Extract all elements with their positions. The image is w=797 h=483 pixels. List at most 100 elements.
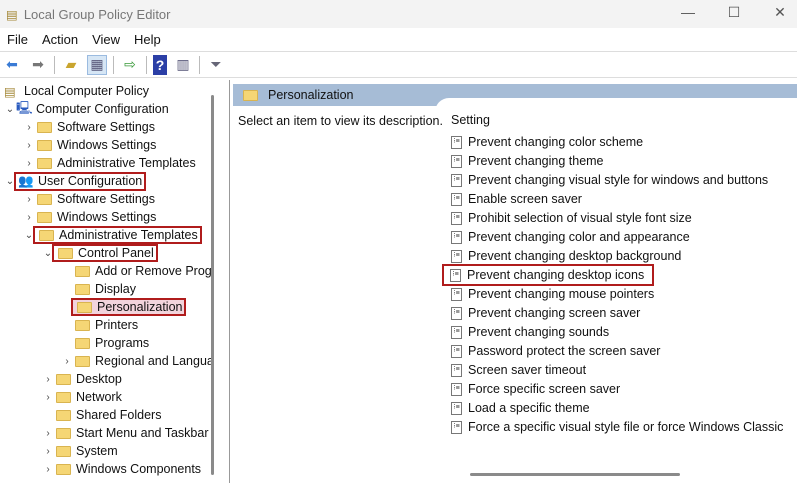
tree-item-label: Local Computer Policy: [24, 84, 150, 98]
chevron-right-icon[interactable]: ›: [23, 122, 35, 133]
menu-file[interactable]: File: [0, 32, 35, 47]
folder-icon: [75, 337, 90, 349]
tree-item[interactable]: ⌄ Control Panel: [42, 244, 158, 262]
setting-row[interactable]: ⁝≡ Enable screen saver: [451, 190, 582, 208]
tree-item[interactable]: › Network: [42, 388, 122, 406]
tree-item[interactable]: Display: [61, 280, 136, 298]
chevron-right-icon[interactable]: ›: [23, 194, 35, 205]
setting-row[interactable]: ⁝≡ Load a specific theme: [451, 399, 590, 417]
tree-item[interactable]: › System: [42, 442, 118, 460]
tree-item[interactable]: › Start Menu and Taskbar: [42, 424, 208, 442]
tree-scrollbar[interactable]: [211, 95, 214, 475]
tree-item[interactable]: › Regional and Langua: [61, 352, 214, 370]
setting-row[interactable]: ⁝≡ Prevent changing desktop icons: [441, 264, 655, 286]
menu-action[interactable]: Action: [35, 32, 85, 47]
tree-item[interactable]: ▤ Local Computer Policy: [4, 82, 149, 100]
tree-item[interactable]: › Windows Components: [42, 460, 201, 478]
maximize-button[interactable]: ☐: [714, 4, 754, 24]
chevron-down-icon[interactable]: ⌄: [23, 230, 35, 241]
tree-item-label: Network: [76, 390, 122, 404]
back-icon[interactable]: ⬅: [2, 55, 22, 75]
policy-setting-icon: ⁝≡: [451, 249, 462, 263]
tree-item[interactable]: Add or Remove Prog: [61, 262, 212, 280]
tree-item[interactable]: Personalization: [61, 298, 187, 316]
tree-item[interactable]: Programs: [61, 334, 149, 352]
up-folder-icon[interactable]: ▰: [61, 55, 81, 75]
chevron-right-icon[interactable]: ›: [42, 428, 54, 439]
chevron-right-icon[interactable]: ›: [42, 464, 54, 475]
chevron-down-icon[interactable]: ⌄: [42, 248, 54, 259]
separator: [54, 55, 55, 74]
policy-setting-icon: ⁝≡: [451, 325, 462, 339]
setting-column-header[interactable]: Setting: [451, 113, 490, 127]
tree-item-label: Windows Settings: [57, 138, 157, 152]
setting-row[interactable]: ⁝≡ Force specific screen saver: [451, 380, 620, 398]
close-button[interactable]: ✕: [760, 4, 797, 24]
chevron-down-icon[interactable]: ⌄: [4, 176, 16, 187]
export-list-icon[interactable]: ⇨: [120, 55, 140, 75]
policy-setting-icon: ⁝≡: [451, 306, 462, 320]
tree-item-label: Software Settings: [57, 120, 155, 134]
folder-icon: [39, 229, 54, 241]
setting-row[interactable]: ⁝≡ Prevent changing visual style for wind…: [451, 171, 768, 189]
folder-icon: [37, 193, 52, 205]
separator: [146, 55, 147, 74]
chevron-right-icon[interactable]: ›: [23, 158, 35, 169]
chevron-down-icon[interactable]: ⌄: [4, 104, 16, 115]
setting-row[interactable]: ⁝≡ Prevent changing mouse pointers: [451, 285, 654, 303]
setting-row[interactable]: ⁝≡ Prohibit selection of visual style fon…: [451, 209, 692, 227]
tree-item[interactable]: › Software Settings: [23, 118, 155, 136]
chevron-right-icon[interactable]: ›: [42, 392, 54, 403]
setting-row[interactable]: ⁝≡ Prevent changing desktop background: [451, 247, 681, 265]
setting-row[interactable]: ⁝≡ Password protect the screen saver: [451, 342, 660, 360]
setting-row[interactable]: ⁝≡ Prevent changing theme: [451, 152, 604, 170]
setting-row[interactable]: ⁝≡ Screen saver timeout: [451, 361, 586, 379]
tree-item[interactable]: › Windows Settings: [23, 208, 156, 226]
highlight-box: 👥 User Configuration: [13, 171, 147, 191]
settings-scrollbar[interactable]: [470, 473, 680, 476]
policy-setting-icon: ⁝≡: [451, 211, 462, 225]
setting-row[interactable]: ⁝≡ Prevent changing color and appearance: [451, 228, 690, 246]
setting-label: Password protect the screen saver: [468, 344, 661, 358]
help-icon[interactable]: ?: [153, 54, 167, 75]
menu-view[interactable]: View: [85, 32, 127, 47]
setting-row[interactable]: ⁝≡ Force a specific visual style file or …: [451, 418, 783, 436]
folder-icon: [75, 319, 90, 331]
setting-label: Prevent changing screen saver: [468, 306, 641, 320]
setting-row[interactable]: ⁝≡ Prevent changing sounds: [451, 323, 609, 341]
chevron-right-icon[interactable]: ›: [23, 212, 35, 223]
chevron-right-icon[interactable]: ›: [23, 140, 35, 151]
filter-icon[interactable]: ⏷: [206, 55, 226, 75]
chevron-right-icon[interactable]: ›: [42, 446, 54, 457]
tree-item[interactable]: › Software Settings: [23, 190, 155, 208]
tree-item[interactable]: › Desktop: [42, 370, 122, 388]
setting-label: Prevent changing desktop icons: [467, 268, 645, 282]
tree-item-label: System: [76, 444, 118, 458]
tree-item[interactable]: ⌄ 🖳 Computer Configuration: [4, 100, 169, 118]
tree-item-label: Windows Components: [76, 462, 202, 476]
show-hide-tree-icon[interactable]: ▦: [87, 54, 107, 75]
show-action-pane-icon[interactable]: ▥: [173, 55, 193, 75]
tree-item[interactable]: Shared Folders: [42, 406, 161, 424]
tree-item[interactable]: › Administrative Templates: [23, 154, 195, 172]
tree-item[interactable]: ⌄ 👥 User Configuration: [4, 171, 147, 191]
setting-row[interactable]: ⁝≡ Prevent changing screen saver: [451, 304, 640, 322]
tree-item-label: User Configuration: [38, 174, 143, 188]
setting-row[interactable]: ⁝≡ Prevent changing color scheme: [451, 133, 643, 151]
chevron-right-icon[interactable]: ›: [42, 374, 54, 385]
chevron-right-icon[interactable]: ›: [61, 356, 73, 367]
tree-item[interactable]: › Windows Settings: [23, 136, 156, 154]
folder-icon: [37, 157, 52, 169]
tree-item-label: Control Panel: [78, 246, 154, 260]
forward-icon[interactable]: ➡: [28, 55, 48, 75]
menu-help[interactable]: Help: [127, 32, 168, 47]
tree-item[interactable]: ⌄ Administrative Templates: [23, 226, 202, 244]
minimize-button[interactable]: —: [668, 4, 708, 24]
tree-item-label: Printers: [95, 318, 139, 332]
policy-setting-icon: ⁝≡: [450, 268, 461, 282]
folder-icon: [37, 121, 52, 133]
toolbar: ⬅ ➡ ▰ ▦ ⇨ ? ▥ ⏷: [0, 52, 797, 78]
policy-setting-icon: ⁝≡: [451, 382, 462, 396]
tree-item[interactable]: Printers: [61, 316, 138, 334]
setting-label: Force a specific visual style file or fo…: [468, 420, 784, 434]
